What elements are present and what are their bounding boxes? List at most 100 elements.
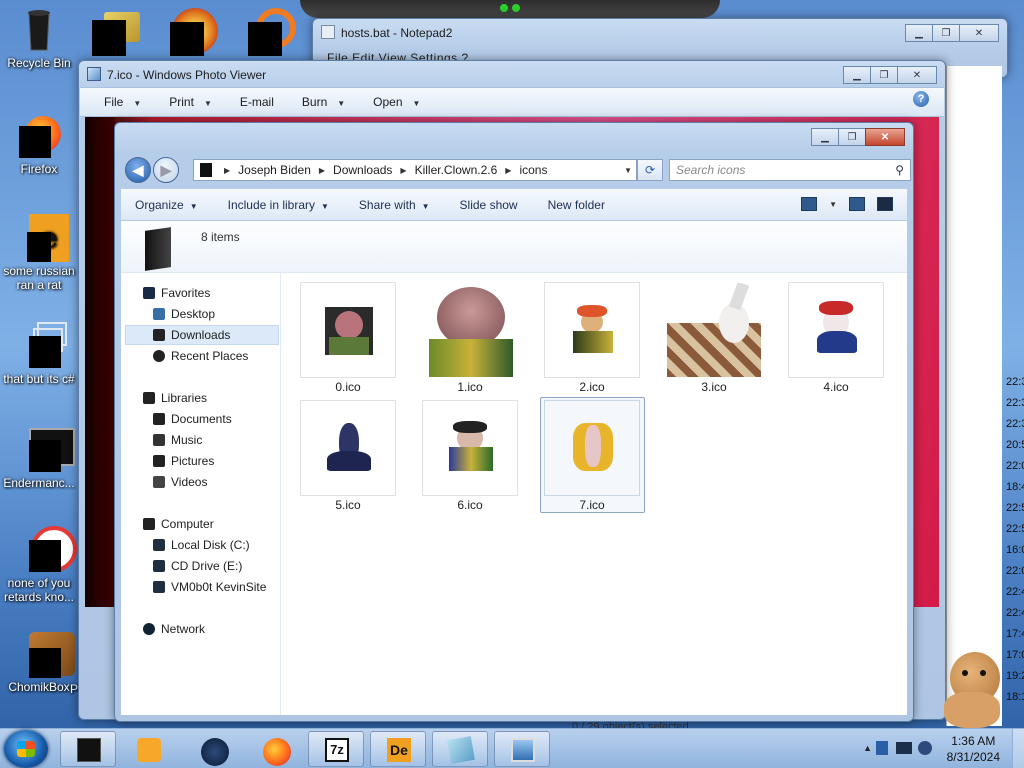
help-icon[interactable] — [877, 197, 893, 211]
arrow-right-icon: ▶ — [160, 161, 172, 178]
chevron-down-icon[interactable]: ▼ — [624, 166, 632, 175]
nav-cd-drive[interactable]: CD Drive (E:) — [153, 556, 242, 576]
help-icon[interactable]: ? — [913, 91, 929, 107]
forward-button[interactable]: ▶ — [153, 157, 179, 183]
desktop-icon-chomikbox[interactable]: ChomikBox — [0, 630, 78, 694]
photo-viewer-menu-bar: File ▼ Print ▼ E-mail Burn ▼ Open ▼ — [80, 87, 944, 117]
nav-computer[interactable]: Computer — [143, 514, 214, 534]
taskbar: 7z De ▲ 1:36 AM 8/31/2024 — [0, 728, 1024, 768]
window-title: 7.ico - Windows Photo Viewer — [107, 68, 267, 82]
nav-local-disk[interactable]: Local Disk (C:) — [153, 535, 250, 555]
taskbar-firefox[interactable] — [246, 731, 302, 767]
file-tile-1[interactable]: 1.ico — [422, 282, 518, 394]
nav-favorites[interactable]: Favorites — [143, 283, 210, 303]
nav-desktop[interactable]: Desktop — [153, 304, 215, 324]
breadcrumb-item[interactable]: Downloads — [333, 163, 392, 177]
desktop-icon-label: Recycle Bin — [7, 56, 71, 70]
redacted-icon — [92, 20, 126, 56]
taskbar-explorer[interactable] — [60, 731, 116, 767]
address-bar[interactable]: ▶ Joseph Biden ▶ Downloads ▶ Killer.Clow… — [193, 159, 637, 181]
taskbar-de-app[interactable]: De — [370, 731, 426, 767]
file-tile-5[interactable]: 5.ico — [300, 400, 396, 512]
desktop-icon-endermanch[interactable]: Endermanc... — [0, 426, 78, 490]
share-with-button[interactable]: Share with ▼ — [359, 198, 430, 212]
hard-drive-icon — [153, 539, 165, 551]
breadcrumb-item[interactable]: Joseph Biden — [238, 163, 311, 177]
breadcrumb-item[interactable]: Killer.Clown.2.6 — [415, 163, 498, 177]
taskbar-notepad[interactable] — [432, 731, 488, 767]
taskbar-7zip[interactable]: 7z — [308, 731, 364, 767]
nav-pictures[interactable]: Pictures — [153, 451, 214, 471]
include-in-library-button[interactable]: Include in library ▼ — [228, 198, 329, 212]
maximize-button[interactable]: ❐ — [838, 128, 866, 146]
nav-recent-places[interactable]: Recent Places — [153, 346, 248, 366]
windows-stack-icon — [15, 322, 67, 370]
hamster-app-icon — [15, 630, 75, 678]
file-menu[interactable]: File ▼ — [104, 95, 141, 109]
desktop-icon-none-of-you[interactable]: none of you retards kno... — [0, 526, 78, 604]
burn-menu[interactable]: Burn ▼ — [302, 95, 345, 109]
organize-button[interactable]: Organize ▼ — [135, 198, 198, 212]
volume-tray-icon[interactable] — [918, 741, 932, 755]
minimize-button[interactable]: ▁ — [843, 66, 871, 84]
7zip-icon: 7z — [325, 738, 349, 762]
tray-app-icon[interactable] — [876, 741, 888, 755]
chevron-down-icon[interactable]: ▼ — [829, 200, 837, 209]
desktop-icon-label: Firefox — [20, 162, 58, 176]
close-button[interactable]: ✕ — [897, 66, 937, 84]
file-tile-6[interactable]: 6.ico — [422, 400, 518, 512]
nav-documents[interactable]: Documents — [153, 409, 232, 429]
show-desktop-button[interactable] — [1012, 729, 1024, 768]
maximize-button[interactable]: ❐ — [932, 24, 960, 42]
chevron-down-icon: ▼ — [189, 201, 198, 211]
nav-music[interactable]: Music — [153, 430, 202, 450]
search-icon[interactable]: ⚲ — [895, 163, 904, 177]
desktop-icon-label: none of you retards kno... — [3, 576, 75, 604]
taskbar-photo-viewer[interactable] — [494, 731, 550, 767]
close-button[interactable]: ✕ — [959, 24, 999, 42]
taskbar-media-player[interactable] — [120, 731, 176, 767]
time-cell: 20:5 — [1006, 439, 1024, 451]
change-view-icon[interactable] — [801, 197, 818, 211]
notepad-text-area[interactable] — [946, 66, 1002, 726]
file-tile-0[interactable]: 0.ico — [300, 282, 396, 394]
notepad-icon — [321, 25, 335, 39]
refresh-button[interactable]: ⟳ — [637, 159, 663, 181]
nav-downloads[interactable]: Downloads — [125, 325, 279, 345]
system-clock[interactable]: 1:36 AM 8/31/2024 — [947, 733, 1000, 765]
nav-videos[interactable]: Videos — [153, 472, 207, 492]
breadcrumb-item[interactable]: icons — [519, 163, 547, 177]
desktop-icon-firefox[interactable]: Firefox — [0, 112, 78, 176]
navigation-pane: Favorites Desktop Downloads Recent Place… — [121, 273, 281, 715]
maximize-button[interactable]: ❐ — [870, 66, 898, 84]
search-input[interactable]: Search icons ⚲ — [669, 159, 911, 181]
file-tile-3[interactable]: 3.ico — [666, 282, 762, 394]
nav-libraries[interactable]: Libraries — [143, 388, 207, 408]
open-menu[interactable]: Open ▼ — [373, 95, 420, 109]
file-tile-7[interactable]: 7.ico — [544, 400, 640, 512]
nav-network-drive[interactable]: VM0b0t KevinSite — [153, 577, 266, 597]
desktop-icon-some-russian[interactable]: e some russian ran a rat — [0, 214, 78, 292]
minimize-button[interactable]: ▁ — [811, 128, 839, 146]
desktop-icon-that-but-its-c[interactable]: that but its c# — [0, 322, 78, 386]
nav-network[interactable]: Network — [143, 619, 205, 639]
time-cell: 17:4 — [1006, 628, 1024, 640]
file-tile-4[interactable]: 4.ico — [788, 282, 884, 394]
slide-show-button[interactable]: Slide show — [460, 198, 518, 212]
network-tray-icon[interactable] — [896, 742, 912, 754]
taskbar-ie[interactable] — [184, 731, 240, 767]
start-button[interactable] — [4, 730, 48, 768]
new-folder-button[interactable]: New folder — [548, 198, 605, 212]
desktop-icon-recycle-bin[interactable]: Recycle Bin — [0, 6, 78, 70]
file-tile-2[interactable]: 2.ico — [544, 282, 640, 394]
back-button[interactable]: ◀ — [125, 157, 151, 183]
time-cell: 22:5 — [1006, 502, 1024, 514]
close-button[interactable]: ✕ — [865, 128, 905, 146]
show-hidden-icons-button[interactable]: ▲ — [863, 743, 872, 753]
folder-icon — [145, 227, 171, 271]
chevron-down-icon: ▼ — [337, 99, 346, 108]
email-button[interactable]: E-mail — [240, 95, 274, 109]
preview-pane-icon[interactable] — [849, 197, 865, 211]
minimize-button[interactable]: ▁ — [905, 24, 933, 42]
print-menu[interactable]: Print ▼ — [169, 95, 212, 109]
